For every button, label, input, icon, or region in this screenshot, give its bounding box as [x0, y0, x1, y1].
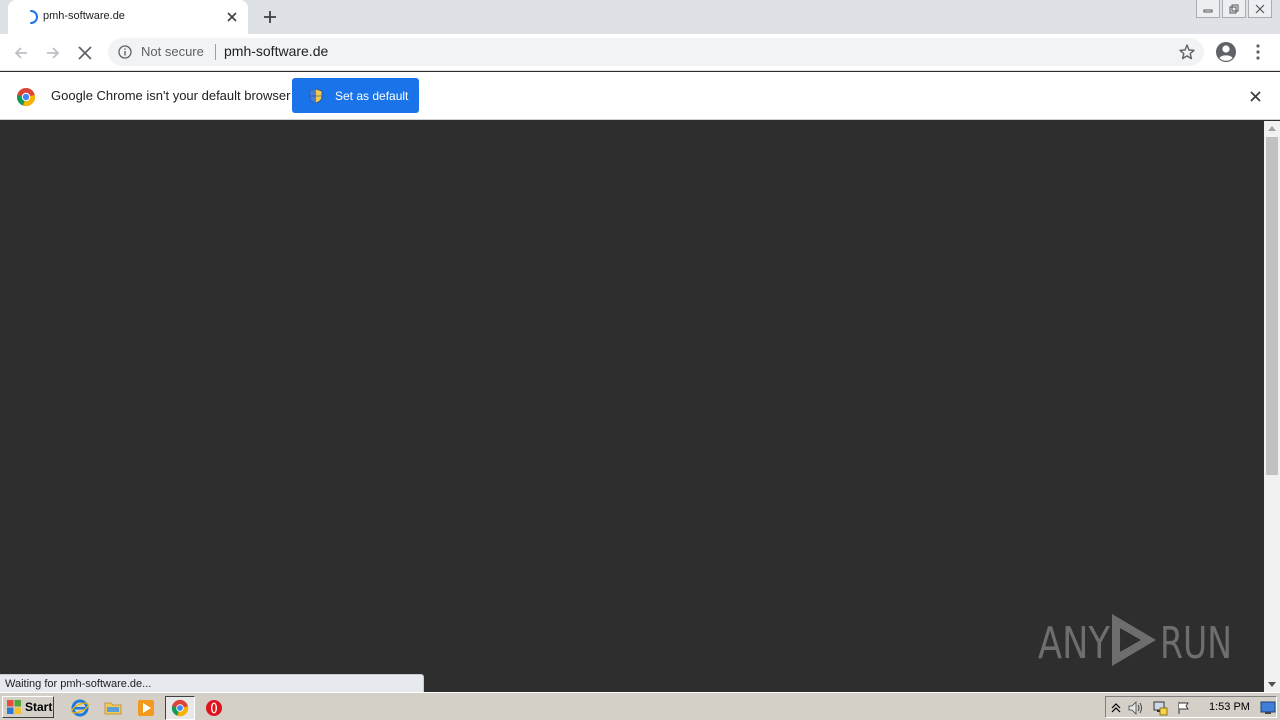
set-as-default-button[interactable]: Set as default — [292, 78, 419, 113]
tab-close-button[interactable] — [223, 8, 241, 26]
security-status[interactable]: Not secure — [141, 44, 204, 59]
action-center-button[interactable] — [1176, 700, 1192, 716]
back-arrow-icon — [14, 47, 27, 59]
window-controls — [1196, 0, 1272, 18]
windows-logo-icon — [7, 700, 21, 714]
watermark-right-text: RUN — [1160, 618, 1232, 669]
taskbar: Start 1:53 PM — [0, 692, 1280, 720]
default-browser-infobar: Google Chrome isn't your default browser… — [0, 72, 1280, 120]
speaker-icon — [1128, 701, 1142, 715]
close-icon — [227, 12, 237, 22]
clock[interactable]: 1:53 PM — [1209, 701, 1250, 713]
chrome-taskbar-icon-wrap[interactable] — [170, 698, 190, 718]
tab-strip: pmh-software.de — [0, 0, 1280, 34]
address-bar[interactable]: Not secure pmh-software.de — [108, 38, 1204, 66]
scrollbar-thumb[interactable] — [1266, 137, 1278, 475]
stop-loading-button[interactable] — [72, 40, 98, 66]
stop-icon — [78, 46, 92, 60]
file-explorer-launcher[interactable] — [103, 698, 123, 718]
chrome-icon — [171, 699, 189, 717]
star-icon[interactable] — [1178, 43, 1196, 61]
close-icon — [1255, 4, 1265, 13]
back-button[interactable] — [8, 40, 34, 66]
internet-explorer-launcher[interactable] — [70, 698, 90, 718]
show-hidden-icons-button[interactable] — [1108, 700, 1124, 716]
minimize-icon — [1203, 9, 1213, 12]
internet-explorer-icon — [71, 699, 89, 717]
forward-arrow-icon — [47, 47, 60, 59]
show-desktop-button[interactable] — [1260, 700, 1276, 716]
profile-icon[interactable] — [1214, 40, 1238, 64]
opera-launcher[interactable] — [204, 698, 224, 718]
scroll-down-button[interactable] — [1264, 678, 1280, 692]
omnibox-separator — [215, 44, 216, 60]
loading-spinner-icon — [30, 10, 38, 24]
browser-toolbar: Not secure pmh-software.de — [0, 34, 1280, 71]
volume-button[interactable] — [1128, 700, 1144, 716]
anyrun-watermark: ANY RUN — [1038, 614, 1232, 669]
plus-icon — [264, 11, 276, 23]
opera-icon — [206, 700, 222, 716]
close-icon — [1249, 90, 1261, 102]
infobar-close-button[interactable] — [1246, 87, 1264, 105]
restore-icon — [1229, 4, 1239, 13]
page-content — [0, 121, 1264, 692]
info-icon[interactable] — [118, 45, 132, 59]
play-logo-icon — [1112, 614, 1156, 666]
network-icon — [1153, 701, 1168, 716]
start-label: Start — [25, 700, 53, 714]
vertical-scrollbar[interactable] — [1264, 121, 1280, 692]
tab-title: pmh-software.de — [43, 10, 125, 22]
forward-button[interactable] — [40, 40, 66, 66]
set-as-default-label: Set as default — [335, 88, 409, 103]
status-bubble: Waiting for pmh-software.de... — [0, 674, 424, 692]
desktop-icon — [1260, 701, 1276, 714]
flag-icon — [1178, 702, 1189, 714]
folder-icon — [104, 702, 122, 715]
minimize-button[interactable] — [1196, 0, 1220, 18]
kebab-menu-icon — [1256, 44, 1260, 60]
media-player-icon — [138, 700, 154, 716]
close-window-button[interactable] — [1248, 0, 1272, 18]
system-tray: 1:53 PM — [1105, 696, 1277, 718]
chevron-down-icon — [1268, 682, 1276, 687]
chevron-up-icon — [1111, 703, 1121, 713]
new-tab-button[interactable] — [258, 6, 282, 28]
network-button[interactable] — [1152, 700, 1168, 716]
chevron-up-icon — [1268, 126, 1276, 131]
scroll-up-button[interactable] — [1264, 121, 1280, 135]
shield-icon — [309, 88, 323, 103]
infobar-message: Google Chrome isn't your default browser — [51, 88, 291, 103]
browser-menu-button[interactable] — [1250, 40, 1266, 64]
url-text[interactable]: pmh-software.de — [224, 43, 328, 59]
restore-button[interactable] — [1222, 0, 1246, 18]
browser-tab[interactable]: pmh-software.de — [8, 0, 248, 34]
media-player-launcher[interactable] — [136, 698, 156, 718]
start-button[interactable]: Start — [2, 696, 54, 718]
watermark-left-text: ANY — [1038, 618, 1110, 669]
chrome-logo-icon — [16, 88, 36, 107]
